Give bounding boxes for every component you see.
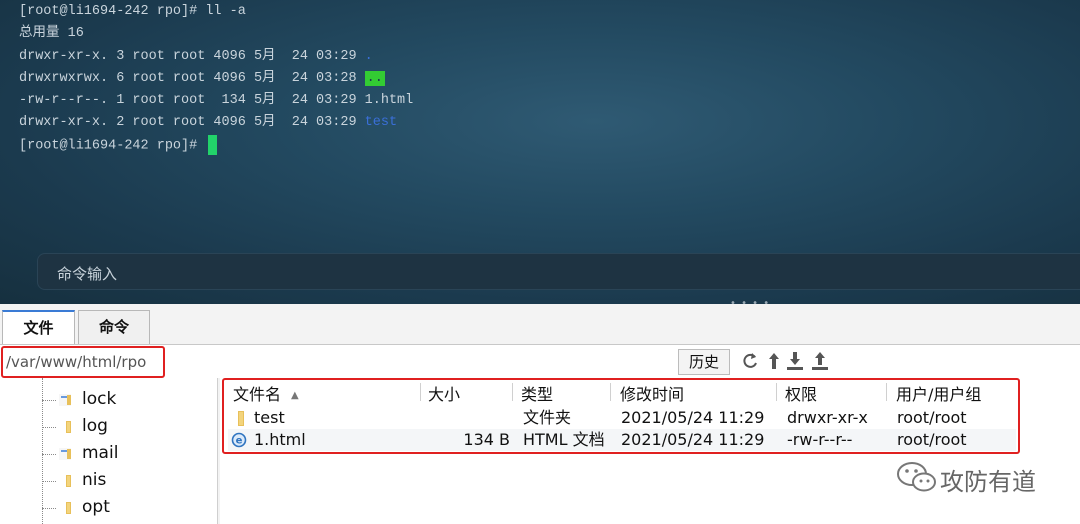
tree-item-label: mail — [82, 443, 119, 463]
wechat-icon — [897, 462, 936, 492]
file-owner: root/root — [897, 408, 967, 427]
command-input-bar[interactable]: 命令输入 — [37, 253, 1080, 290]
upload-icon[interactable] — [810, 350, 830, 372]
column-header-size[interactable]: 大小 — [428, 381, 460, 404]
tree-connector — [42, 427, 56, 428]
folder-icon — [66, 475, 71, 487]
entry-name: .. — [364, 70, 385, 86]
file-name: test — [254, 408, 285, 427]
tree-connector — [42, 454, 56, 455]
column-header-name[interactable]: 文件名 ▲ — [233, 381, 299, 404]
tree-item-label: nis — [82, 470, 107, 490]
file-type: 文件夹 — [523, 408, 572, 427]
column-header-modified[interactable]: 修改时间 — [620, 381, 684, 404]
table-row[interactable]: e 1.html 134 B HTML 文档 2021/05/24 11:29 … — [228, 429, 1016, 451]
terminal-pane[interactable]: [root@li1694-242 rpo]# ll -a 总用量 16 drwx… — [0, 0, 1080, 304]
tree-connector — [42, 481, 56, 482]
column-separator[interactable] — [420, 383, 421, 401]
terminal-line: drwxrwxrwx. 6 root root 4096 5月 24 03:28… — [19, 70, 385, 86]
column-separator[interactable] — [512, 383, 513, 401]
terminal-line: -rw-r--r--. 1 root root 134 5月 24 03:29 … — [19, 93, 414, 109]
entry-name: . — [364, 48, 373, 64]
tree-connector — [42, 508, 56, 509]
column-header-type[interactable]: 类型 — [521, 381, 553, 404]
link-folder-icon — [59, 394, 71, 406]
terminal-output: [root@li1694-242 rpo]# ll -a 总用量 16 drwx… — [19, 1, 413, 157]
file-permissions: -rw-r--r-- — [787, 430, 853, 449]
sort-ascending-icon: ▲ — [291, 390, 299, 401]
history-button[interactable]: 历史 — [678, 349, 730, 375]
folder-icon — [238, 411, 244, 426]
tree-item-lock[interactable]: lock — [42, 388, 212, 412]
folder-icon — [66, 421, 71, 433]
entry-name: 1.html — [364, 93, 414, 109]
tree-item-label: log — [82, 416, 108, 436]
svg-text:e: e — [236, 436, 243, 447]
tree-item-opt[interactable]: opt — [42, 496, 212, 520]
link-folder-icon — [59, 448, 71, 460]
column-separator[interactable] — [886, 383, 887, 401]
file-list-pane: 文件名 ▲ 大小 类型 修改时间 权限 用户/用户组 test 文件夹 2021/… — [220, 378, 1080, 524]
file-permissions: drwxr-xr-x — [787, 408, 868, 427]
column-header-permissions[interactable]: 权限 — [785, 381, 817, 404]
folder-icon — [66, 502, 71, 514]
tab-commands[interactable]: 命令 — [78, 310, 150, 344]
column-separator[interactable] — [776, 383, 777, 401]
up-arrow-icon[interactable] — [764, 350, 784, 372]
html-file-icon: e — [231, 432, 247, 448]
watermark-text: 攻防有道 — [940, 468, 1036, 496]
download-icon[interactable] — [785, 350, 805, 372]
tree-item-label: lock — [82, 389, 117, 409]
directory-tree: lock log mail nis opt — [0, 378, 218, 524]
tab-files[interactable]: 文件 — [2, 310, 75, 344]
terminal-cursor — [208, 134, 218, 155]
file-size: 134 B — [463, 430, 510, 449]
terminal-prompt-line: [root@li1694-242 rpo]# — [19, 134, 413, 157]
column-separator[interactable] — [610, 383, 611, 401]
tree-item-log[interactable]: log — [42, 415, 212, 439]
tree-item-nis[interactable]: nis — [42, 469, 212, 493]
command-input-placeholder: 命令输入 — [57, 265, 118, 283]
terminal-line: drwxr-xr-x. 3 root root 4096 5月 24 03:29… — [19, 48, 373, 64]
table-row[interactable]: test 文件夹 2021/05/24 11:29 drwxr-xr-x roo… — [228, 407, 1016, 429]
terminal-line: drwxr-xr-x. 2 root root 4096 5月 24 03:29… — [19, 115, 398, 131]
terminal-line: [root@li1694-242 rpo]# ll -a — [19, 4, 246, 19]
tree-connector — [42, 400, 56, 401]
file-name: 1.html — [254, 430, 306, 449]
address-bar: /var/www/html/rpo 历史 — [0, 344, 1080, 378]
path-input[interactable]: /var/www/html/rpo — [1, 346, 165, 378]
tree-item-mail[interactable]: mail — [42, 442, 212, 466]
terminal-line: 总用量 16 — [19, 26, 84, 42]
column-header-owner[interactable]: 用户/用户组 — [896, 381, 981, 404]
refresh-icon[interactable] — [740, 350, 760, 372]
tree-item-label: opt — [82, 497, 110, 517]
entry-name: test — [364, 115, 398, 131]
file-modified: 2021/05/24 11:29 — [621, 430, 765, 449]
file-modified: 2021/05/24 11:29 — [621, 408, 765, 427]
file-owner: root/root — [897, 430, 967, 449]
file-type: HTML 文档 — [523, 430, 605, 449]
